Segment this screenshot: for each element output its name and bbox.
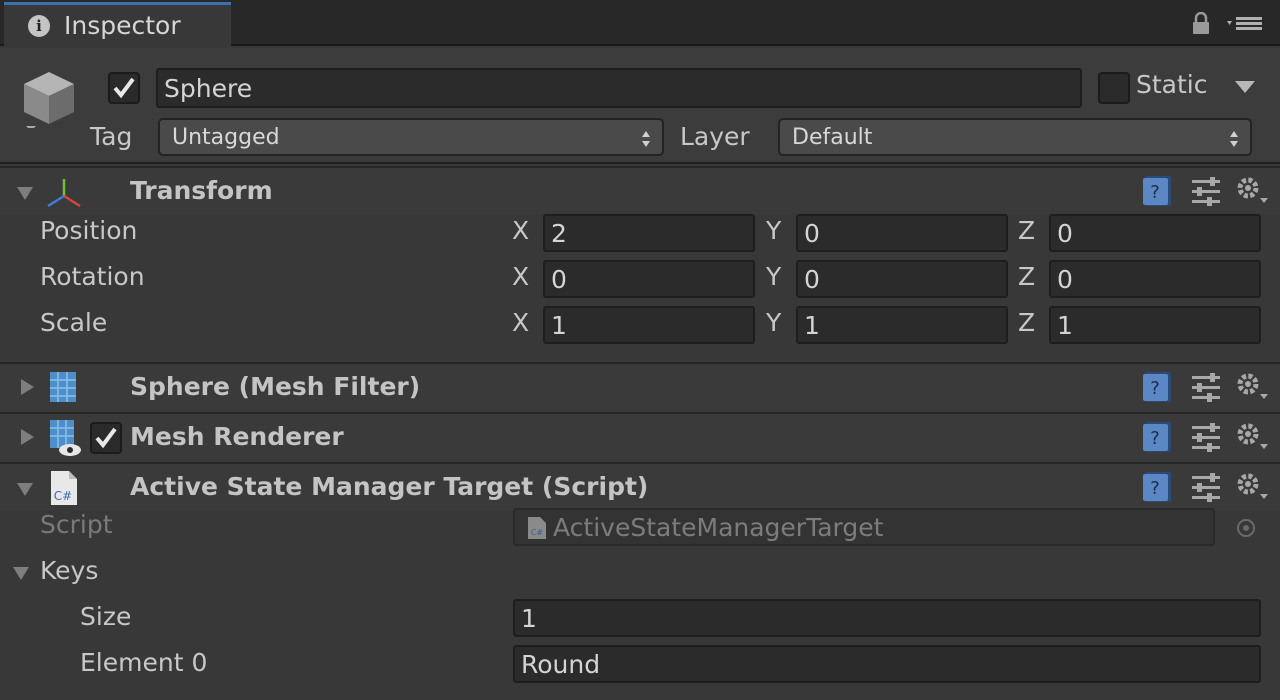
position-label: Position	[40, 216, 138, 245]
svg-text:?: ?	[1150, 478, 1160, 499]
script-label: Script	[40, 510, 113, 539]
tag-value: Untagged	[172, 124, 280, 150]
svg-text:C#: C#	[54, 489, 72, 503]
layer-dropdown[interactable]: Default	[778, 118, 1252, 156]
axis-label-y: Y	[766, 216, 782, 245]
size-field[interactable]: 1	[513, 599, 1261, 637]
foldout-collapsed-icon[interactable]	[18, 428, 36, 446]
gear-icon[interactable]	[1236, 372, 1268, 402]
transform-axes-icon	[47, 179, 81, 208]
size-label: Size	[80, 602, 132, 631]
element-0-label: Element 0	[80, 648, 208, 677]
axis-label-z: Z	[1018, 308, 1036, 337]
script-object-field[interactable]: C# ActiveStateManagerTarget	[513, 508, 1215, 546]
position-z-field[interactable]: 0	[1049, 214, 1261, 252]
dropdown-arrows-icon	[1230, 131, 1238, 147]
gameobject-name-field[interactable]: Sphere	[156, 68, 1082, 108]
help-icon[interactable]: ?	[1142, 471, 1172, 503]
script-component-header[interactable]: C# Active State Manager Target (Script) …	[0, 462, 1280, 510]
mesh-renderer-header[interactable]: Mesh Renderer ?	[0, 412, 1280, 460]
tab-title: Inspector	[64, 11, 181, 40]
gameobject-header: Sphere Static Tag Untagged Layer Default	[0, 48, 1280, 164]
svg-text:C#: C#	[531, 528, 544, 537]
tag-label: Tag	[90, 122, 133, 151]
info-icon: i	[28, 14, 50, 37]
rotation-z-field[interactable]: 0	[1049, 260, 1261, 298]
preset-icon[interactable]	[1192, 472, 1220, 502]
menu-icon[interactable]	[1226, 12, 1264, 34]
transform-body: Position X 2 Y 0 Z 0 Rotation X 0 Y 0 Z …	[0, 214, 1280, 360]
rotation-x-field[interactable]: 0	[543, 260, 755, 298]
tab-inspector[interactable]: i Inspector	[4, 2, 231, 46]
preset-icon[interactable]	[1192, 372, 1220, 402]
mesh-renderer-enabled-checkbox[interactable]	[90, 422, 122, 454]
tab-bar: i Inspector	[0, 0, 1280, 46]
help-icon[interactable]: ?	[1142, 175, 1172, 207]
scale-x-field[interactable]: 1	[543, 306, 755, 344]
mesh-renderer-icon	[50, 420, 81, 456]
csharp-script-icon: C#	[528, 517, 546, 539]
scale-y-field[interactable]: 1	[796, 306, 1008, 344]
help-icon[interactable]: ?	[1142, 421, 1172, 453]
transform-title: Transform	[130, 176, 273, 205]
foldout-expanded-icon[interactable]	[16, 184, 34, 202]
gameobject-active-checkbox[interactable]	[108, 72, 140, 104]
foldout-expanded-icon[interactable]	[16, 480, 34, 498]
rotation-y-field[interactable]: 0	[796, 260, 1008, 298]
preset-icon[interactable]	[1192, 176, 1220, 206]
dropdown-arrows-icon	[642, 131, 650, 147]
object-picker-icon[interactable]	[1236, 518, 1256, 538]
static-label: Static	[1136, 70, 1208, 99]
axis-label-z: Z	[1018, 216, 1036, 245]
transform-header[interactable]: Transform ?	[0, 166, 1280, 214]
gear-icon[interactable]	[1236, 472, 1268, 502]
axis-label-y: Y	[766, 262, 782, 291]
scale-z-field[interactable]: 1	[1049, 306, 1261, 344]
static-dropdown-icon[interactable]	[1234, 80, 1256, 94]
cube-icon	[24, 72, 74, 128]
mesh-filter-icon	[50, 372, 76, 402]
keys-label[interactable]: Keys	[40, 556, 98, 585]
svg-text:?: ?	[1150, 428, 1160, 449]
axis-label-y: Y	[766, 308, 782, 337]
static-checkbox[interactable]	[1098, 72, 1130, 104]
foldout-expanded-icon[interactable]	[12, 564, 30, 582]
mesh-renderer-title: Mesh Renderer	[130, 422, 344, 451]
mesh-filter-header[interactable]: Sphere (Mesh Filter) ?	[0, 362, 1280, 410]
gear-icon[interactable]	[1236, 422, 1268, 452]
svg-text:?: ?	[1150, 378, 1160, 399]
script-component-body: Script C# ActiveStateManagerTarget Keys …	[0, 508, 1280, 700]
axis-label-x: X	[512, 308, 530, 337]
scale-label: Scale	[40, 308, 108, 337]
element-0-field[interactable]: Round	[513, 645, 1261, 683]
script-component-title: Active State Manager Target (Script)	[130, 472, 649, 501]
help-icon[interactable]: ?	[1142, 371, 1172, 403]
script-value: ActiveStateManagerTarget	[553, 512, 884, 542]
foldout-collapsed-icon[interactable]	[18, 378, 36, 396]
axis-label-z: Z	[1018, 262, 1036, 291]
layer-value: Default	[792, 124, 873, 150]
position-x-field[interactable]: 2	[543, 214, 755, 252]
preset-icon[interactable]	[1192, 422, 1220, 452]
svg-text:?: ?	[1150, 182, 1160, 203]
layer-label: Layer	[680, 122, 750, 151]
csharp-script-icon: C#	[51, 471, 77, 505]
mesh-filter-title: Sphere (Mesh Filter)	[130, 372, 421, 401]
tag-dropdown[interactable]: Untagged	[158, 118, 664, 156]
gear-icon[interactable]	[1236, 176, 1268, 206]
position-y-field[interactable]: 0	[796, 214, 1008, 252]
axis-label-x: X	[512, 216, 530, 245]
lock-icon[interactable]	[1192, 12, 1210, 34]
axis-label-x: X	[512, 262, 530, 291]
rotation-label: Rotation	[40, 262, 145, 291]
